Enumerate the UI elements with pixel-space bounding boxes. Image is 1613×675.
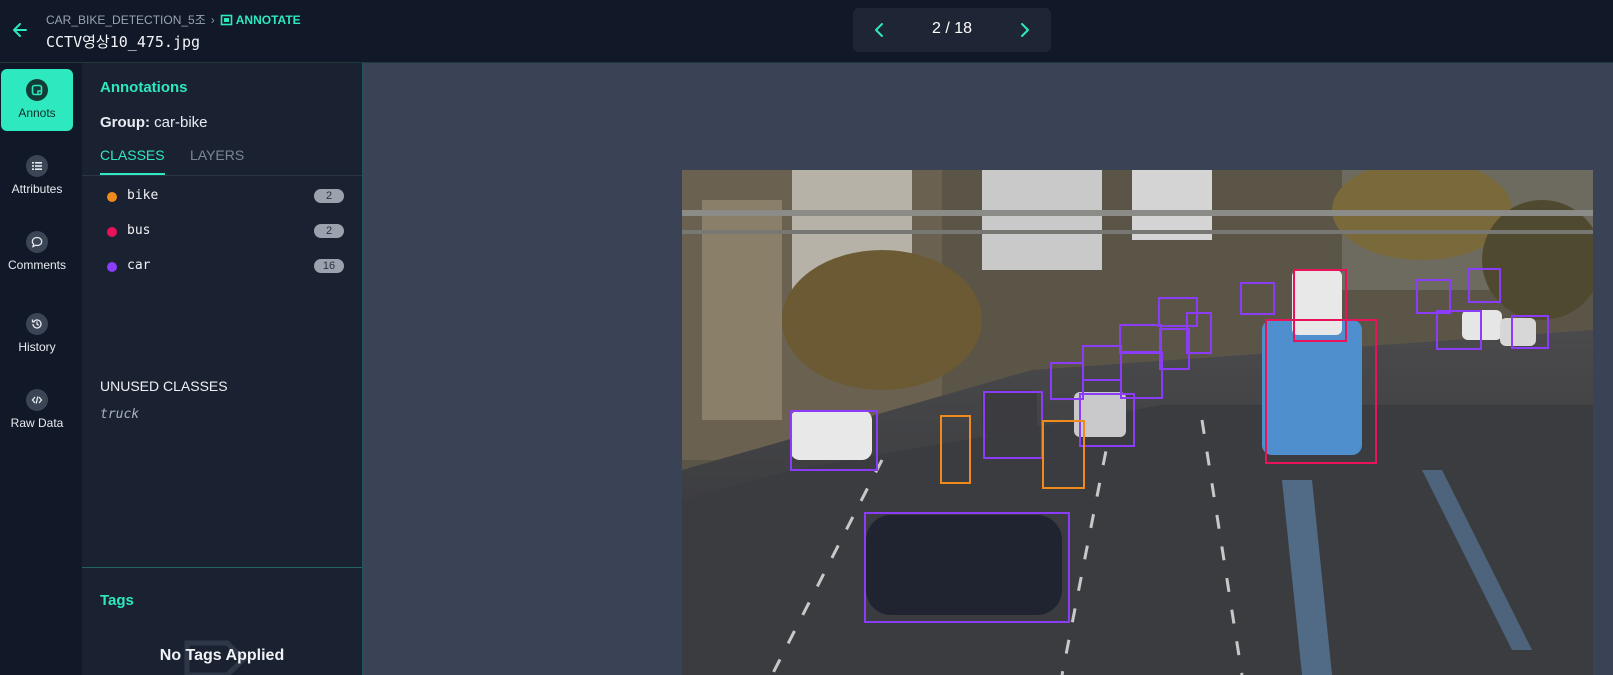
class-count-badge: 2 [314, 189, 344, 203]
bbox-car[interactable] [1436, 310, 1482, 350]
panel-tabs: CLASSES LAYERS [82, 145, 362, 176]
nav-attributes-label: Attributes [11, 182, 63, 196]
bbox-car[interactable] [983, 391, 1043, 459]
nav-raw-data-label: Raw Data [10, 416, 64, 430]
class-color-dot [107, 227, 117, 237]
top-bar: CAR_BIKE_DETECTION_5조 › ANNOTATE CCTV영상10_… [0, 0, 1613, 63]
breadcrumb-project[interactable]: CAR_BIKE_DETECTION_5조 [46, 13, 206, 27]
left-nav: Annots Attributes Comments History Raw D… [0, 63, 83, 675]
class-name: car [127, 258, 151, 273]
file-name: CCTV영상10_475.jpg [46, 33, 201, 51]
tags-empty-message: No Tags Applied [159, 647, 285, 664]
class-item-bus[interactable]: bus 2 [102, 220, 344, 244]
bounding-box-icon [220, 14, 233, 26]
group-value: car-bike [154, 114, 208, 131]
tab-classes[interactable]: CLASSES [100, 147, 165, 175]
breadcrumb-current-label: ANNOTATE [235, 13, 301, 27]
class-name: bike [127, 188, 159, 203]
class-color-dot [107, 192, 117, 202]
nav-annots[interactable]: Annots [1, 69, 73, 131]
nav-comments[interactable]: Comments [1, 221, 73, 283]
bbox-car[interactable] [1079, 393, 1135, 447]
list-icon [26, 155, 48, 177]
class-item-bike[interactable]: bike 2 [102, 185, 344, 209]
class-name: bus [127, 223, 151, 238]
annotated-image[interactable] [682, 170, 1593, 675]
bbox-car[interactable] [790, 410, 878, 471]
history-icon [26, 313, 48, 335]
breadcrumb-current: ANNOTATE [220, 13, 301, 27]
bbox-car[interactable] [864, 512, 1070, 623]
nav-history-label: History [18, 340, 56, 354]
image-pager: 2 / 18 [853, 8, 1051, 52]
class-count-badge: 16 [314, 259, 344, 273]
class-color-dot [107, 262, 117, 272]
bbox-car[interactable] [1186, 312, 1212, 354]
tab-layers[interactable]: LAYERS [190, 147, 244, 173]
annotation-icon [26, 79, 48, 101]
bbox-car[interactable] [1082, 345, 1122, 381]
class-count-badge: 2 [314, 224, 344, 238]
nav-history[interactable]: History [1, 303, 73, 365]
group-info: Group: car-bike [100, 114, 208, 131]
panel-title: Annotations [100, 79, 188, 96]
comment-icon [26, 231, 48, 253]
annotations-panel: Annotations Group: car-bike CLASSES LAYE… [82, 63, 363, 675]
bbox-bus[interactable] [1293, 269, 1347, 342]
bbox-car[interactable] [1240, 282, 1275, 315]
chevron-right-icon[interactable] [1015, 21, 1033, 39]
nav-attributes[interactable]: Attributes [1, 145, 73, 207]
chevron-right-icon: › [210, 13, 215, 27]
tags-title: Tags [100, 592, 134, 609]
code-icon [26, 389, 48, 411]
breadcrumb: CAR_BIKE_DETECTION_5조 › ANNOTATE [46, 11, 301, 28]
back-arrow-icon[interactable] [10, 20, 30, 40]
bbox-car[interactable] [1416, 279, 1451, 314]
bbox-car[interactable] [1119, 324, 1162, 354]
bbox-car[interactable] [1468, 268, 1501, 303]
nav-comments-label: Comments [7, 258, 66, 272]
bbox-car[interactable] [1120, 351, 1163, 399]
unused-class-truck[interactable]: truck [100, 407, 139, 422]
nav-raw-data[interactable]: Raw Data [1, 379, 73, 441]
group-label: Group: [100, 114, 150, 131]
nav-annots-label: Annots [18, 106, 56, 120]
class-item-car[interactable]: car 16 [102, 255, 344, 279]
bbox-bike[interactable] [940, 415, 971, 484]
divider [82, 567, 362, 568]
bbox-bike[interactable] [1042, 420, 1085, 489]
bbox-car[interactable] [1511, 315, 1549, 349]
unused-classes-title: UNUSED CLASSES [100, 378, 228, 394]
